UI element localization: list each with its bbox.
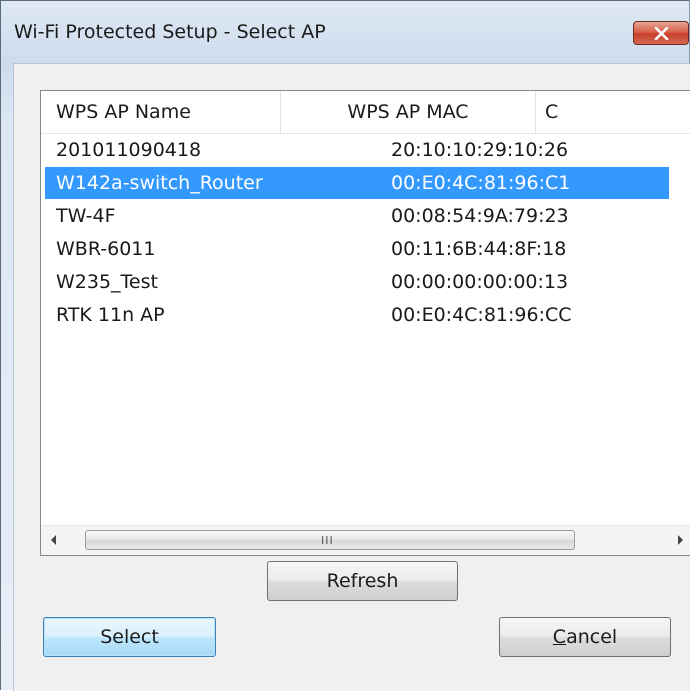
dialog-window: Wi-Fi Protected Setup - Select AP WPS AP… <box>0 0 690 691</box>
refresh-button[interactable]: Refresh <box>267 561 458 601</box>
scroll-right-button[interactable] <box>667 526 690 555</box>
ap-name-cell: WBR-6011 <box>56 238 156 260</box>
list-item[interactable]: W235_Test 00:00:00:00:00:13 <box>45 266 669 298</box>
scroll-right-arrow-icon <box>678 535 683 545</box>
column-header-ap-name[interactable]: WPS AP Name <box>41 91 281 133</box>
ap-name-cell: 201011090418 <box>56 139 202 161</box>
column-header-ap-mac[interactable]: WPS AP MAC <box>281 91 536 133</box>
ap-name-cell: RTK 11n AP <box>56 304 165 326</box>
title-bar[interactable]: Wi-Fi Protected Setup - Select AP <box>1 1 689 63</box>
ap-mac-cell: 00:08:54:9A:79:23 <box>391 205 569 227</box>
list-item-selected[interactable]: W142a-switch_Router 00:E0:4C:81:96:C1 <box>45 167 669 199</box>
scroll-left-button[interactable] <box>41 526 67 555</box>
list-item[interactable]: RTK 11n AP 00:E0:4C:81:96:CC <box>45 299 669 331</box>
ap-list-view[interactable]: WPS AP Name WPS AP MAC C 201011090418 20… <box>40 90 690 556</box>
ap-name-cell: W235_Test <box>56 271 158 293</box>
window-title: Wi-Fi Protected Setup - Select AP <box>14 21 326 43</box>
list-header: WPS AP Name WPS AP MAC C <box>41 91 690 134</box>
close-x-icon <box>654 27 669 40</box>
scrollbar-grip: III <box>321 534 334 547</box>
cancel-label-rest: ancel <box>566 626 618 648</box>
ap-name-cell: TW-4F <box>56 205 116 227</box>
column-header-third[interactable]: C <box>536 91 690 133</box>
cancel-button[interactable]: Cancel <box>499 617 671 657</box>
list-item[interactable]: TW-4F 00:08:54:9A:79:23 <box>45 200 669 232</box>
ap-mac-cell: 00:E0:4C:81:96:C1 <box>391 172 571 194</box>
ap-name-cell: W142a-switch_Router <box>56 172 263 194</box>
list-item[interactable]: WBR-6011 00:11:6B:44:8F:18 <box>45 233 669 265</box>
cancel-accelerator: C <box>552 626 567 648</box>
horizontal-scrollbar[interactable]: III <box>41 525 690 555</box>
ap-mac-cell: 20:10:10:29:10:26 <box>391 139 569 161</box>
ap-mac-cell: 00:00:00:00:00:13 <box>391 271 569 293</box>
dialog-client-area: WPS AP Name WPS AP MAC C 201011090418 20… <box>13 63 690 691</box>
ap-mac-cell: 00:E0:4C:81:96:CC <box>391 304 572 326</box>
scroll-left-arrow-icon <box>51 535 56 545</box>
list-item[interactable]: 201011090418 20:10:10:29:10:26 <box>45 134 669 166</box>
ap-mac-cell: 00:11:6B:44:8F:18 <box>391 238 567 260</box>
scrollbar-thumb[interactable]: III <box>85 530 575 550</box>
close-button[interactable] <box>633 21 689 45</box>
select-button[interactable]: Select <box>43 617 216 657</box>
